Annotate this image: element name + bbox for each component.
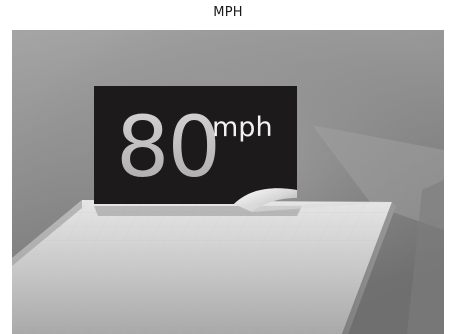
speed-display-illustration: 80 mph: [12, 30, 444, 334]
speed-value: 80: [116, 98, 219, 196]
image-caption: MPH: [213, 5, 243, 20]
scene-graphic: 80 mph: [12, 30, 444, 334]
speed-unit: mph: [212, 112, 273, 143]
